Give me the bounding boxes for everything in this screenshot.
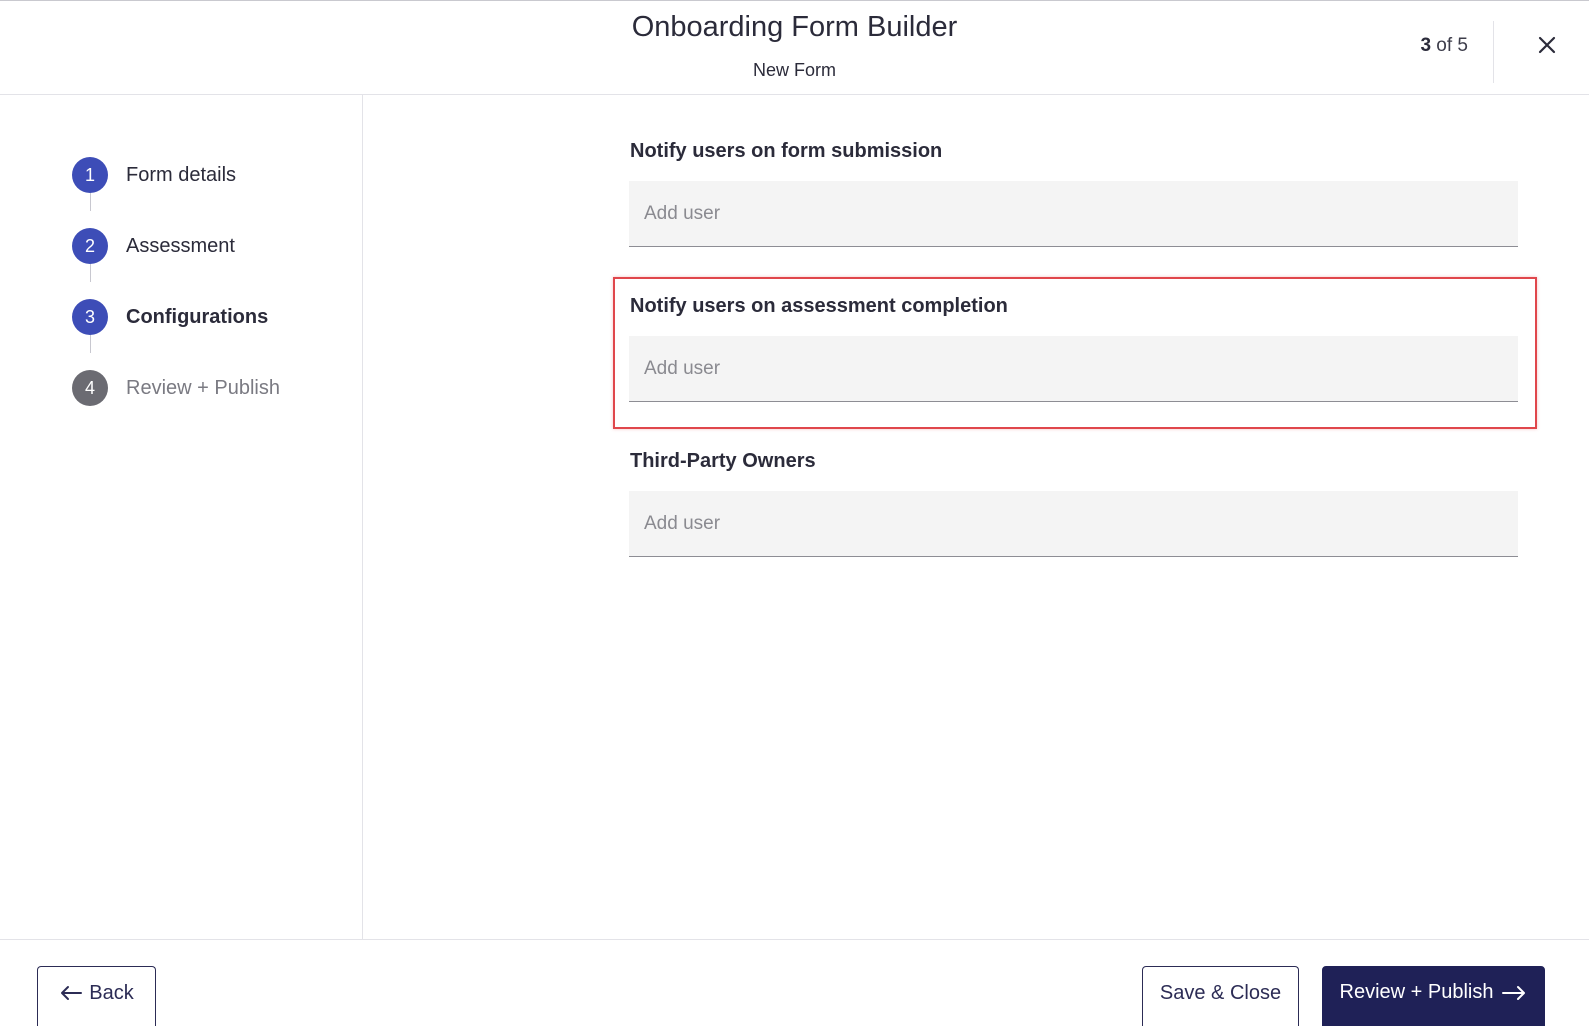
step-label: Form details — [126, 163, 237, 186]
back-button[interactable]: Back — [37, 966, 156, 1026]
stepper-item-review-publish[interactable]: 4 Review + Publish — [72, 370, 280, 406]
step-number-badge: 1 — [72, 157, 108, 193]
step-connector — [90, 193, 91, 211]
header-divider — [1493, 21, 1494, 83]
header: Onboarding Form Builder New Form 3 of 5 — [0, 0, 1589, 95]
arrow-left-icon — [61, 986, 83, 1000]
step-label: Assessment — [126, 234, 235, 257]
step-number-badge: 2 — [72, 228, 108, 264]
stepper-item-assessment[interactable]: 2 Assessment — [72, 228, 235, 264]
page-subtitle: New Form — [752, 60, 836, 80]
stepper-sidebar: 1 Form details 2 Assessment 3 Configurat… — [0, 95, 363, 939]
step-counter-current: 3 — [1420, 35, 1432, 56]
review-publish-button[interactable]: Review + Publish — [1322, 966, 1545, 1026]
back-button-label: Back — [89, 981, 134, 1004]
stepper-item-configurations[interactable]: 3 Configurations — [72, 299, 268, 335]
notify-assessment-label: Notify users on assessment completion — [630, 295, 1008, 317]
notify-assessment-input[interactable] — [629, 336, 1518, 402]
notify-submission-input[interactable] — [629, 181, 1518, 247]
step-label: Review + Publish — [126, 376, 280, 399]
stepper-item-form-details[interactable]: 1 Form details — [72, 157, 236, 193]
arrow-right-icon — [1502, 985, 1526, 1000]
save-close-button[interactable]: Save & Close — [1142, 966, 1299, 1026]
onboarding-form-builder-page: Onboarding Form Builder New Form 3 of 5 … — [0, 0, 1589, 1026]
review-publish-button-label: Review + Publish — [1339, 981, 1494, 1003]
step-connector — [90, 335, 91, 353]
step-counter: 3 of 5 — [1420, 35, 1468, 57]
step-number-badge: 3 — [72, 299, 108, 335]
third-party-owners-input[interactable] — [629, 491, 1518, 557]
step-number-badge: 4 — [72, 370, 108, 406]
step-label: Configurations — [126, 305, 269, 328]
notify-submission-label: Notify users on form submission — [630, 140, 943, 162]
third-party-owners-label: Third-Party Owners — [630, 450, 816, 472]
page-title: Onboarding Form Builder — [631, 11, 958, 43]
step-counter-total: of 5 — [1431, 35, 1468, 56]
save-close-button-label: Save & Close — [1159, 981, 1282, 1004]
close-icon — [1538, 36, 1556, 54]
step-connector — [90, 264, 91, 282]
close-button[interactable] — [1531, 29, 1563, 61]
